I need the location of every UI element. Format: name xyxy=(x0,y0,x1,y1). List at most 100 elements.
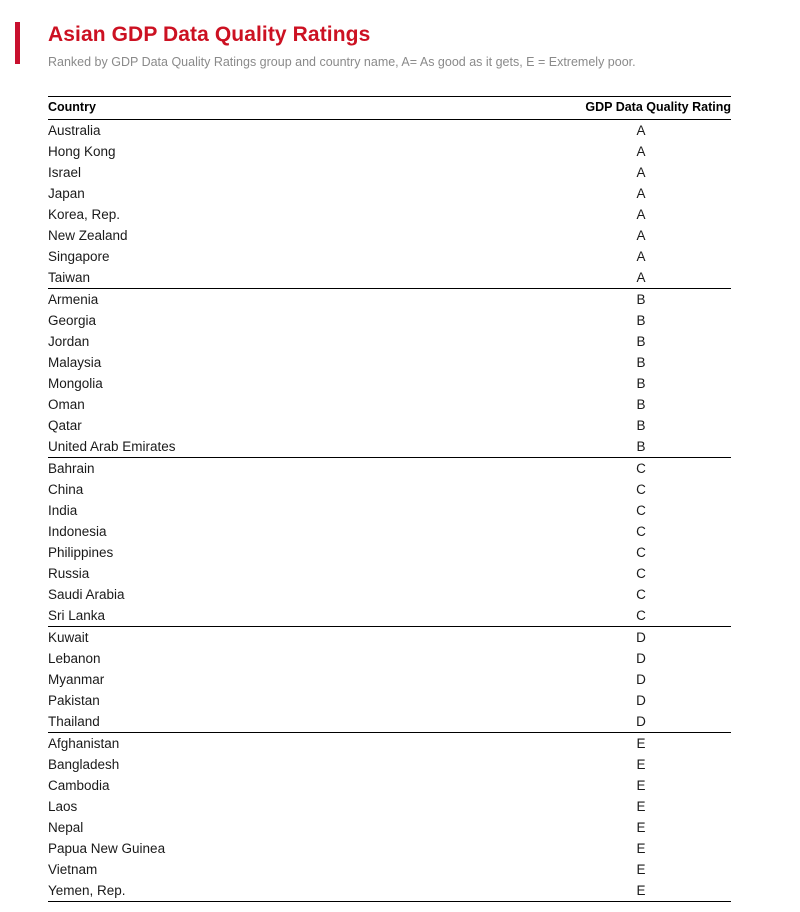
cell-country: Qatar xyxy=(48,418,82,433)
page-title: Asian GDP Data Quality Ratings xyxy=(48,23,371,46)
table-row: Oman B xyxy=(48,394,731,415)
cell-country: China xyxy=(48,482,84,497)
table-row: Papua New Guinea E xyxy=(48,838,731,859)
cell-rating: C xyxy=(636,524,646,539)
cell-country: Kuwait xyxy=(48,630,89,645)
table-row: Indonesia C xyxy=(48,521,731,542)
table-row: India C xyxy=(48,500,731,521)
cell-country: Oman xyxy=(48,397,85,412)
cell-country: Afghanistan xyxy=(48,736,120,751)
cell-country: Yemen, Rep. xyxy=(48,880,551,902)
table-row: Myanmar D xyxy=(48,669,731,690)
cell-rating: B xyxy=(636,397,646,412)
cell-country: Israel xyxy=(48,165,82,180)
cell-country: Lebanon xyxy=(48,651,101,666)
cell-rating: E xyxy=(636,841,646,856)
cell-country: New Zealand xyxy=(48,228,128,243)
cell-rating: E xyxy=(636,862,646,877)
table-row: Mongolia B xyxy=(48,373,731,394)
table-body: Australia A Hong Kong A Israel A Japan A Korea, … xyxy=(48,120,731,902)
cell-country: Hong Kong xyxy=(48,144,116,159)
cell-rating: B xyxy=(636,376,646,391)
cell-country: Mongolia xyxy=(48,376,103,391)
cell-country: Korea, Rep. xyxy=(48,207,121,222)
page-subtitle: Ranked by GDP Data Quality Ratings group… xyxy=(48,55,636,69)
table-row: New Zealand A xyxy=(48,225,731,246)
cell-country: Australia xyxy=(48,123,101,138)
table-row: Georgia B xyxy=(48,310,731,331)
table-row: Jordan B xyxy=(48,331,731,352)
cell-country: Singapore xyxy=(48,249,110,264)
cell-country: Saudi Arabia xyxy=(48,587,125,602)
table-row: Sri Lanka C xyxy=(48,605,731,627)
table-row: Taiwan A xyxy=(48,267,731,289)
table-row: Bahrain C xyxy=(48,458,731,480)
cell-country: Laos xyxy=(48,799,78,814)
cell-rating: A xyxy=(636,207,646,222)
cell-rating: B xyxy=(636,418,646,433)
cell-country: Indonesia xyxy=(48,524,107,539)
cell-country: Japan xyxy=(48,186,85,201)
table-header: Country GDP Data Quality Rating xyxy=(48,96,731,120)
cell-country: Cambodia xyxy=(48,778,110,793)
column-header-country: Country xyxy=(48,96,551,120)
table-row: Yemen, Rep. E xyxy=(48,880,731,902)
table-row: Qatar B xyxy=(48,415,731,436)
cell-rating: C xyxy=(636,503,646,518)
table-row: Lebanon D xyxy=(48,648,731,669)
cell-country: Thailand xyxy=(48,711,551,733)
cell-rating: E xyxy=(636,778,646,793)
title-accent-bar xyxy=(15,22,20,64)
cell-rating: D xyxy=(636,672,646,687)
cell-country: Philippines xyxy=(48,545,114,560)
cell-rating: D xyxy=(636,651,646,666)
cell-country: United Arab Emirates xyxy=(48,436,551,458)
column-header-rating: GDP Data Quality Rating xyxy=(551,96,731,120)
table-row: Afghanistan E xyxy=(48,733,731,755)
table-row: Thailand D xyxy=(48,711,731,733)
cell-rating: A xyxy=(636,144,646,159)
cell-country: Armenia xyxy=(48,292,99,307)
table-row: Bangladesh E xyxy=(48,754,731,775)
table-row: Korea, Rep. A xyxy=(48,204,731,225)
cell-rating: C xyxy=(636,461,646,476)
cell-rating: B xyxy=(636,355,646,370)
table-row: Israel A xyxy=(48,162,731,183)
cell-country: Bahrain xyxy=(48,461,95,476)
table-row: Malaysia B xyxy=(48,352,731,373)
table-row: Japan A xyxy=(48,183,731,204)
table-row: Pakistan D xyxy=(48,690,731,711)
table-row: Cambodia E xyxy=(48,775,731,796)
table-row: Nepal E xyxy=(48,817,731,838)
cell-rating: A xyxy=(551,267,731,289)
cell-rating: C xyxy=(636,587,646,602)
cell-rating: C xyxy=(636,482,646,497)
cell-rating: D xyxy=(636,630,646,645)
cell-country: Georgia xyxy=(48,313,97,328)
cell-country: Papua New Guinea xyxy=(48,841,166,856)
cell-country: Myanmar xyxy=(48,672,105,687)
table-row: Hong Kong A xyxy=(48,141,731,162)
cell-country: Taiwan xyxy=(48,267,551,289)
document-page: Asian GDP Data Quality Ratings Ranked by… xyxy=(0,0,800,912)
cell-rating: E xyxy=(636,820,646,835)
cell-country: Russia xyxy=(48,566,90,581)
cell-country: India xyxy=(48,503,78,518)
cell-rating: E xyxy=(636,736,646,751)
ratings-table-container: Country GDP Data Quality Rating Australi… xyxy=(48,96,731,902)
table-row: Australia A xyxy=(48,120,731,142)
cell-rating: B xyxy=(636,313,646,328)
cell-rating: E xyxy=(551,880,731,902)
cell-country: Vietnam xyxy=(48,862,98,877)
table-row: Philippines C xyxy=(48,542,731,563)
table-row: Saudi Arabia C xyxy=(48,584,731,605)
table-row: Kuwait D xyxy=(48,627,731,649)
cell-rating: D xyxy=(636,693,646,708)
cell-country: Pakistan xyxy=(48,693,100,708)
table-row: Vietnam E xyxy=(48,859,731,880)
table-row: United Arab Emirates B xyxy=(48,436,731,458)
cell-rating: E xyxy=(636,799,646,814)
cell-rating: B xyxy=(636,292,646,307)
cell-rating: B xyxy=(636,334,646,349)
cell-rating: A xyxy=(636,123,646,138)
